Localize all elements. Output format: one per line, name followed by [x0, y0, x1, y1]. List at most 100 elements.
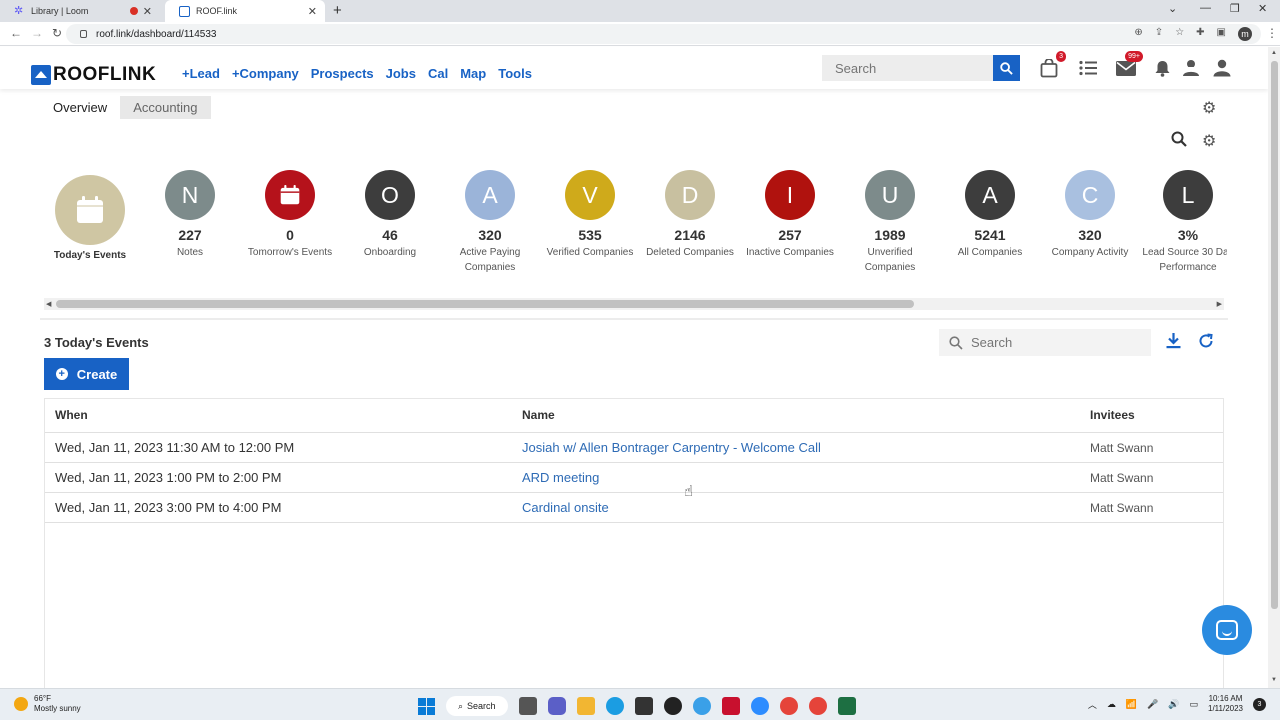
scroll-left-icon[interactable]: ◀ [46, 300, 51, 308]
share-icon[interactable]: ⇪ [1155, 27, 1163, 41]
team-button[interactable] [1180, 57, 1202, 79]
tray-overflow-icon[interactable]: ︿ [1088, 698, 1097, 711]
stat-label: Notes [176, 247, 204, 258]
tab-overview[interactable]: Overview [40, 96, 121, 119]
mcafee-icon[interactable] [721, 697, 740, 715]
rooflink-logo[interactable]: ROOFLINK [31, 64, 156, 86]
close-tab-icon[interactable]: ✕ [308, 5, 317, 18]
stats-horizontal-scrollbar[interactable]: ◀ ▶ [44, 298, 1224, 310]
tasks-button[interactable] [1077, 57, 1099, 79]
dashboard-settings-gear-icon[interactable]: ⚙ [1202, 98, 1216, 118]
battery-icon[interactable]: ▭ [1189, 699, 1198, 710]
stat-tomorrows-events[interactable]: 0 Tomorrow's Events [240, 170, 340, 260]
taskbar-search[interactable]: ⌕ Search [446, 696, 508, 716]
store-icon[interactable] [634, 697, 653, 715]
cloud-icon[interactable]: ☁ [1107, 699, 1116, 710]
microphone-icon[interactable]: 🎤 [1147, 699, 1158, 710]
notifications-button[interactable] [1151, 57, 1173, 79]
mail-button[interactable]: 99+ [1115, 51, 1143, 79]
browser-tab-loom[interactable]: ✲ Library | Loom ✕ [0, 0, 160, 22]
nav-jobs[interactable]: Jobs [386, 66, 416, 81]
scroll-up-icon[interactable]: ▲ [1271, 50, 1277, 56]
nav-tools[interactable]: Tools [498, 66, 532, 81]
column-header-when[interactable]: When [55, 408, 88, 422]
stat-unverified-companies[interactable]: U 1989 Unverified Companies [840, 170, 940, 275]
stat-active-paying-companies[interactable]: A 320 Active Paying Companies [440, 170, 540, 275]
support-chat-button[interactable] [1202, 605, 1252, 655]
stat-todays-events[interactable]: Today's Events [44, 170, 140, 263]
scrollbar-thumb[interactable] [1271, 61, 1278, 609]
tab-accounting[interactable]: Accounting [120, 96, 211, 119]
weather-widget[interactable]: 66°F Mostly sunny [14, 694, 81, 714]
table-row[interactable]: Wed, Jan 11, 2023 1:00 PM to 2:00 PM ARD… [45, 463, 1223, 493]
header-search-input[interactable] [822, 55, 993, 81]
extensions-icon[interactable]: ✚ [1196, 27, 1204, 41]
scroll-right-icon[interactable]: ▶ [1217, 300, 1222, 308]
stat-inactive-companies[interactable]: I 257 Inactive Companies [740, 170, 840, 260]
nav-add-company[interactable]: +Company [232, 66, 299, 81]
create-event-button[interactable]: + Create [44, 358, 129, 390]
tab-search-icon[interactable]: ⌄ [1168, 2, 1177, 15]
search-icon: ⌕ [458, 700, 464, 711]
volume-icon[interactable]: 🔊 [1168, 699, 1179, 710]
reload-icon[interactable]: ↻ [52, 26, 62, 40]
bookmark-star-icon[interactable]: ☆ [1175, 27, 1184, 41]
help-icon[interactable] [692, 697, 711, 715]
teams-chat-icon[interactable] [547, 697, 566, 715]
stat-lead-source-performance[interactable]: L 3% Lead Source 30 Day Performance [1140, 170, 1227, 275]
threads-icon[interactable] [663, 697, 682, 715]
event-name-link[interactable]: ARD meeting [522, 470, 599, 485]
chrome-icon[interactable] [779, 697, 798, 715]
event-name-link[interactable]: Cardinal onsite [522, 500, 609, 515]
browser-menu-icon[interactable]: ⋮ [1266, 26, 1278, 40]
nav-cal[interactable]: Cal [428, 66, 448, 81]
file-explorer-icon[interactable] [576, 697, 595, 715]
header-search-button[interactable] [993, 55, 1020, 81]
stat-deleted-companies[interactable]: D 2146 Deleted Companies [640, 170, 740, 260]
page-scrollbar[interactable]: ▲ ▼ [1268, 47, 1280, 688]
nav-prospects[interactable]: Prospects [311, 66, 374, 81]
clock[interactable]: 10:16 AM 1/11/2023 [1208, 694, 1243, 714]
network-icon[interactable]: 📶 [1126, 699, 1137, 710]
stat-onboarding[interactable]: O 46 Onboarding [340, 170, 440, 260]
windows-start-icon[interactable] [418, 697, 435, 715]
address-bar[interactable]: roof.link/dashboard/114533 [66, 24, 1261, 44]
nav-add-lead[interactable]: +Lead [182, 66, 220, 81]
chrome-profile-icon[interactable] [808, 697, 827, 715]
maximize-icon[interactable]: ❐ [1230, 2, 1240, 15]
event-name-link[interactable]: Josiah w/ Allen Bontrager Carpentry - We… [522, 440, 821, 455]
column-header-name[interactable]: Name [522, 408, 555, 422]
nav-map[interactable]: Map [460, 66, 486, 81]
refresh-button[interactable] [1198, 333, 1214, 354]
excel-icon[interactable] [837, 697, 856, 715]
stat-all-companies[interactable]: A 5241 All Companies [940, 170, 1040, 260]
task-view-icon[interactable] [518, 697, 537, 715]
stat-company-activity[interactable]: C 320 Company Activity [1040, 170, 1140, 260]
back-icon[interactable]: ← [10, 26, 22, 40]
scrollbar-thumb[interactable] [56, 300, 914, 308]
events-search-input[interactable] [971, 335, 1141, 350]
profile-avatar[interactable]: m [1238, 27, 1252, 41]
widget-settings-gear-icon[interactable]: ⚙ [1202, 131, 1216, 151]
edge-icon[interactable] [605, 697, 624, 715]
column-header-invitees[interactable]: Invitees [1090, 408, 1135, 422]
table-row[interactable]: Wed, Jan 11, 2023 3:00 PM to 4:00 PM Car… [45, 493, 1223, 523]
stat-notes[interactable]: N 227 Notes [140, 170, 240, 260]
widget-search-button[interactable] [1171, 131, 1187, 150]
forward-icon[interactable]: → [31, 26, 43, 40]
browser-tab-rooflink[interactable]: ROOF.link ✕ [165, 0, 325, 22]
stat-verified-companies[interactable]: V 535 Verified Companies [540, 170, 640, 260]
minimize-icon[interactable]: — [1200, 2, 1211, 14]
window-close-icon[interactable]: ✕ [1258, 2, 1267, 15]
account-button[interactable] [1211, 57, 1233, 79]
zoom-app-icon[interactable] [750, 697, 769, 715]
new-tab-icon[interactable]: + [333, 2, 342, 19]
sidepanel-icon[interactable]: ▣ [1217, 27, 1226, 41]
scroll-down-icon[interactable]: ▼ [1271, 677, 1277, 683]
notification-count-badge[interactable]: 3 [1253, 697, 1266, 711]
close-tab-icon[interactable]: ✕ [143, 5, 152, 18]
download-button[interactable] [1166, 333, 1181, 354]
zoom-icon[interactable]: ⊕ [1134, 27, 1142, 41]
cart-button[interactable]: 3 [1038, 51, 1066, 79]
table-row[interactable]: Wed, Jan 11, 2023 11:30 AM to 12:00 PM J… [45, 433, 1223, 463]
